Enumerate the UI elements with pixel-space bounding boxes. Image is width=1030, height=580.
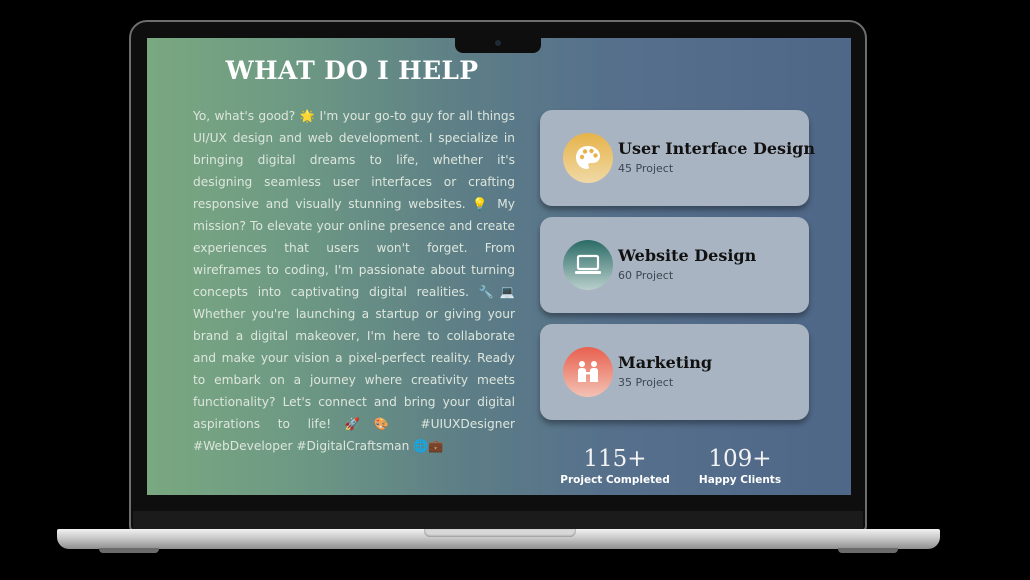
service-card-website-design[interactable]: Website Design 60 Project bbox=[540, 217, 809, 313]
stat-value: 115+ bbox=[583, 446, 647, 472]
stat-value: 109+ bbox=[708, 446, 772, 472]
service-title: Marketing bbox=[618, 353, 713, 372]
service-project-count: 35 Project bbox=[618, 376, 674, 389]
service-card-ui-design[interactable]: User Interface Design 45 Project bbox=[540, 110, 815, 206]
palette-icon bbox=[563, 133, 613, 183]
stat-label: Happy Clients bbox=[698, 474, 782, 486]
section-title: WHAT DO I HELP bbox=[225, 56, 479, 85]
laptop-foot bbox=[99, 548, 159, 553]
camera-notch bbox=[455, 38, 541, 53]
laptop-icon bbox=[563, 240, 613, 290]
stat-projects-completed: 115+ Project Completed bbox=[555, 446, 675, 488]
stat-label: Project Completed bbox=[560, 474, 670, 486]
service-project-count: 45 Project bbox=[618, 162, 674, 175]
laptop-opening-groove bbox=[424, 529, 576, 537]
service-title: Website Design bbox=[618, 246, 757, 265]
laptop-screen: WHAT DO I HELP Yo, what's good? 🌟 I'm yo… bbox=[147, 38, 851, 495]
camera-icon bbox=[495, 40, 501, 46]
intro-paragraph: Yo, what's good? 🌟 I'm your go-to guy fo… bbox=[193, 109, 515, 453]
service-project-count: 60 Project bbox=[618, 269, 674, 282]
stat-happy-clients: 109+ Happy Clients bbox=[695, 446, 785, 488]
laptop-foot bbox=[838, 548, 898, 553]
service-title: User Interface Design bbox=[618, 139, 815, 158]
people-icon bbox=[563, 347, 613, 397]
service-card-marketing[interactable]: Marketing 35 Project bbox=[540, 324, 809, 420]
laptop-chin bbox=[133, 511, 863, 531]
